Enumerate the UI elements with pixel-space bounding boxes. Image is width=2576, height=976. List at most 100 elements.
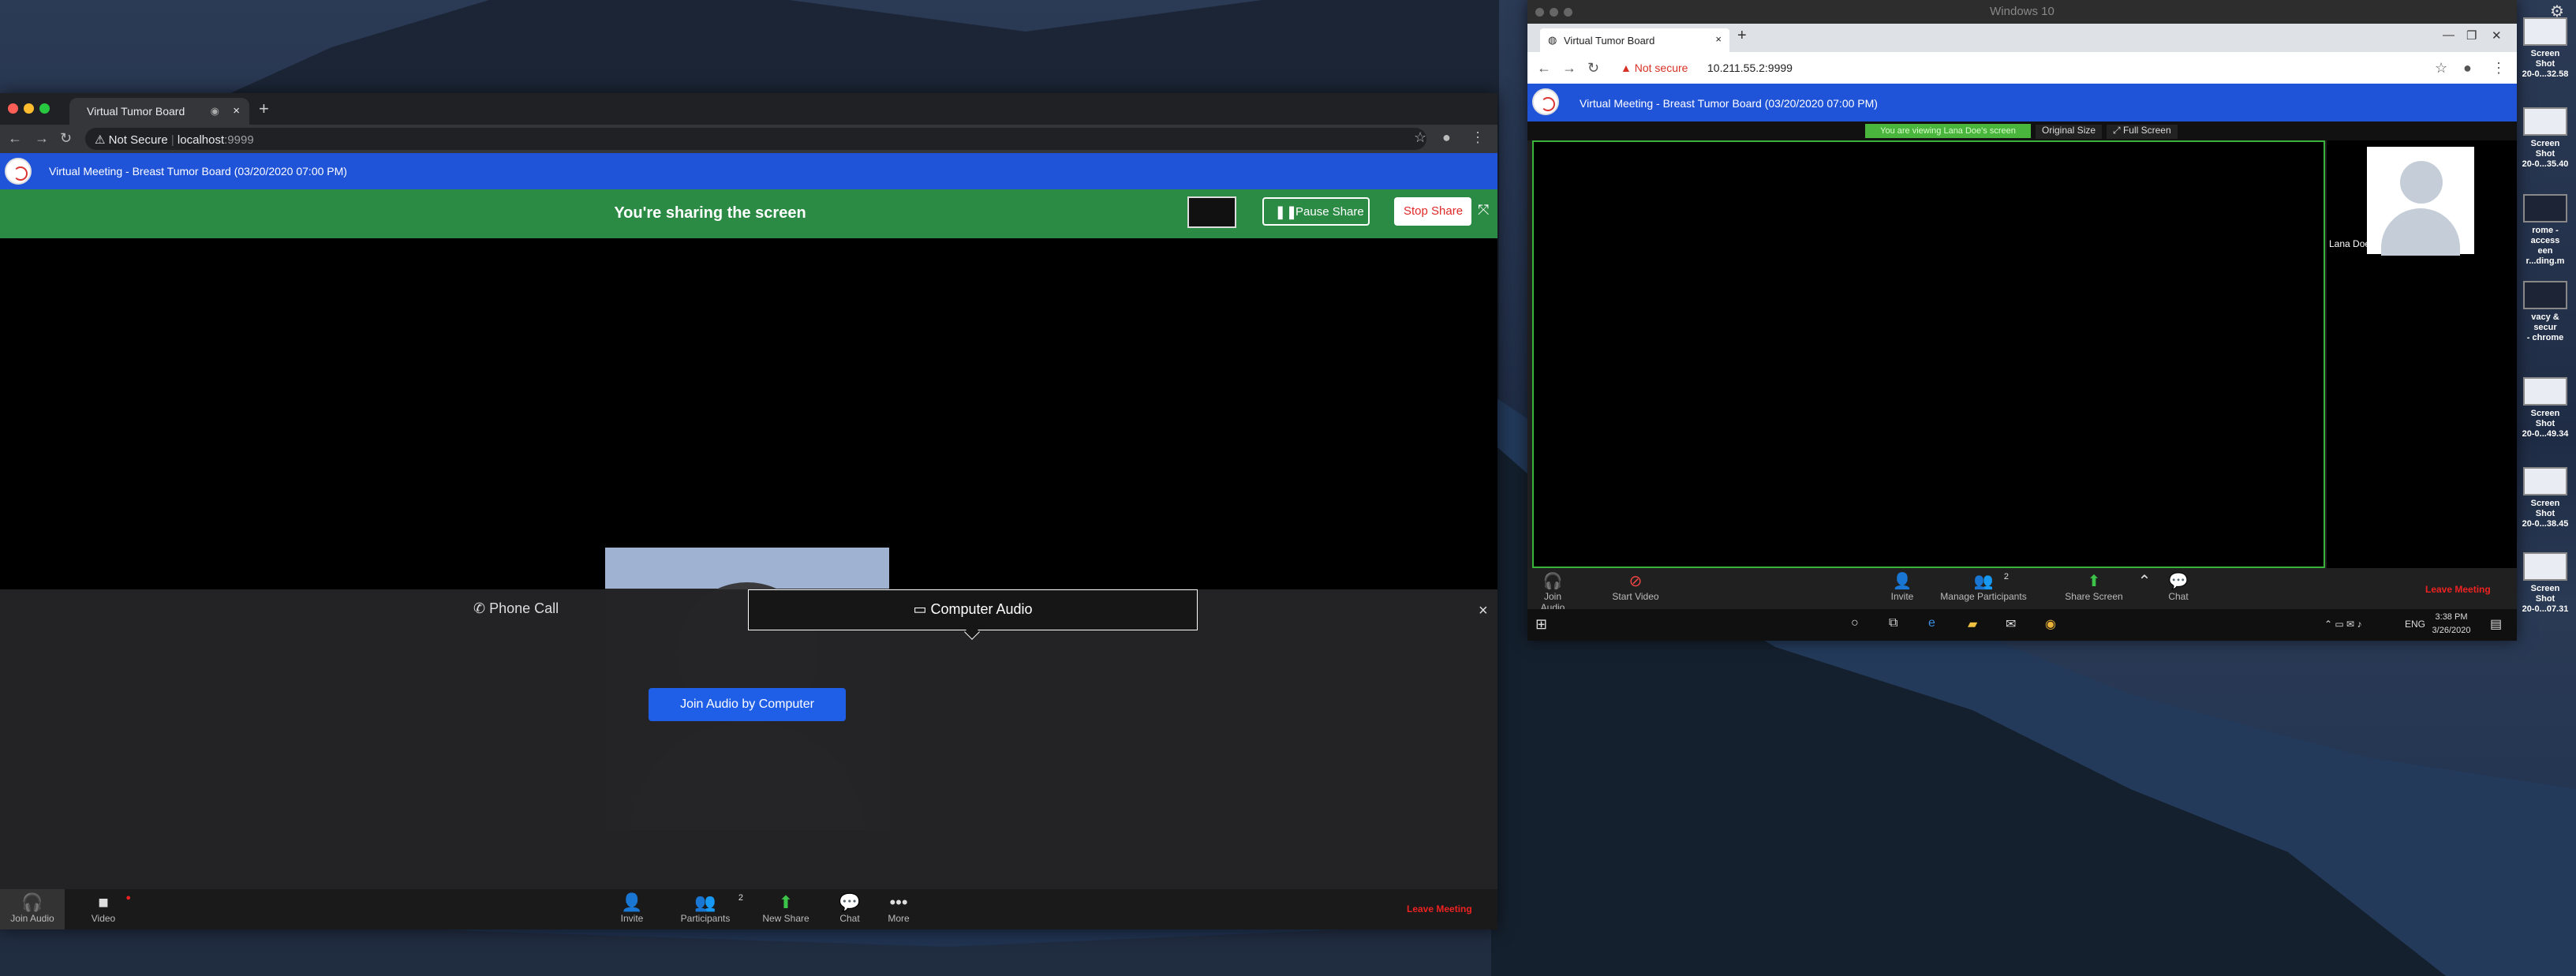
desktop-icon-screenshot-1[interactable]: Screen Shot 20-0...32.58 <box>2522 17 2569 80</box>
reload-icon[interactable]: ↻ <box>60 130 72 147</box>
start-video-button[interactable]: ⊘ Start Video <box>1610 572 1662 602</box>
close-window-button[interactable] <box>8 103 18 114</box>
star-icon[interactable]: ☆ <box>1414 129 1426 146</box>
app-logo-icon <box>5 158 32 185</box>
restore-icon[interactable]: ❐ <box>2466 28 2477 43</box>
close-icon[interactable]: × <box>1479 602 1488 620</box>
desktop-icon-screenshot-4[interactable]: Screen Shot 20-0...38.45 <box>2522 467 2569 529</box>
mail-icon[interactable]: ✉ <box>2006 616 2016 632</box>
vm-title: Windows 10 <box>1990 5 2054 18</box>
camera-icon: ■ ● <box>98 892 131 912</box>
address-bar: ← → ↻ ⚠ Not Secure | localhost:9999 ☆ ● … <box>0 125 1497 153</box>
close-icon[interactable]: ✕ <box>2492 28 2502 43</box>
windows-start-icon[interactable]: ⊞ <box>1535 616 1547 633</box>
tab-virtual-tumor-board[interactable]: Virtual Tumor Board ◉ × <box>69 98 249 125</box>
computer-audio-tab[interactable]: ▭ Computer Audio <box>748 589 1198 640</box>
desktop-icon-privacy-security[interactable]: vacy & secur - chrome <box>2522 281 2569 343</box>
task-view-icon[interactable]: ⧉ <box>1889 616 1897 630</box>
desktop-icon-chrome-access[interactable]: rome - access een r...ding.m <box>2522 194 2569 267</box>
app-logo-icon <box>1532 88 1559 115</box>
vm-close-button[interactable] <box>1535 8 1544 17</box>
minimize-icon[interactable]: — <box>2443 28 2454 42</box>
tray-icons[interactable]: ⌃ ▭ ✉ ♪ <box>2324 619 2361 630</box>
laptop-icon: ▭ <box>913 601 931 617</box>
reload-icon[interactable]: ↻ <box>1587 60 1599 77</box>
participants-button[interactable]: 👥 2 Participants <box>675 892 743 924</box>
close-tab-icon[interactable]: × <box>233 104 240 118</box>
url-input[interactable]: ⚠ Not Secure | localhost:9999 <box>85 128 1426 150</box>
back-icon[interactable]: ← <box>8 130 22 147</box>
phone-icon: ✆ <box>473 600 490 616</box>
menu-icon[interactable]: ⋮ <box>2492 60 2506 77</box>
expand-icon[interactable]: ⤧ <box>1478 202 1489 219</box>
chat-icon: 💬 <box>2168 573 2189 590</box>
chat-icon: 💬 <box>839 892 861 912</box>
join-audio-button[interactable]: 🎧 Join Audio <box>1532 572 1573 613</box>
invite-button[interactable]: 👤 Invite <box>1882 572 1922 602</box>
tab-title: Virtual Tumor Board <box>87 105 185 118</box>
more-button[interactable]: ••• More <box>879 892 918 924</box>
video-button[interactable]: ■ ● Video <box>84 892 131 924</box>
forward-icon[interactable]: → <box>35 130 49 147</box>
participants-icon: 👥 2 <box>694 892 743 912</box>
maximize-window-button[interactable] <box>39 103 50 114</box>
vm-maximize-button[interactable] <box>1564 8 1572 17</box>
invite-icon: 👤 <box>621 892 643 912</box>
view-options-bar: You are viewing Lana Doe's screen Origin… <box>1527 122 2517 140</box>
cortana-icon[interactable]: ○ <box>1851 616 1859 630</box>
vm-minimize-button[interactable] <box>1550 8 1558 17</box>
url-input[interactable]: 10.211.55.2:9999 <box>1707 62 1793 74</box>
chrome-icon[interactable]: ◉ <box>2045 616 2056 632</box>
stop-share-button[interactable]: Stop Share <box>1394 197 1471 226</box>
close-tab-icon[interactable]: × <box>1715 33 1722 45</box>
share-thumbnail[interactable] <box>1187 196 1236 228</box>
warning-icon: ▲ <box>1621 62 1635 74</box>
chat-button[interactable]: 💬 Chat <box>830 892 869 924</box>
invite-button[interactable]: 👤 Invite <box>612 892 652 924</box>
meeting-title: Virtual Meeting - Breast Tumor Board (03… <box>1580 97 1878 110</box>
viewing-screen-label: You are viewing Lana Doe's screen <box>1865 124 2031 138</box>
new-share-button[interactable]: ⬆ New Share <box>756 892 816 924</box>
manage-participants-button[interactable]: 👥 2 Manage Participants <box>1935 572 2032 602</box>
zoom-browser-window: Virtual Tumor Board ◉ × + ← → ↻ ⚠ Not Se… <box>0 93 1497 929</box>
share-screen-button[interactable]: ⬆ Share Screen <box>2062 572 2125 602</box>
join-audio-by-computer-button[interactable]: Join Audio by Computer <box>649 688 846 721</box>
windows-vm-window: Windows 10 ◍ Virtual Tumor Board × + — ❐… <box>1527 0 2517 641</box>
profile-icon[interactable]: ● <box>1442 129 1451 146</box>
menu-icon[interactable]: ⋮ <box>1471 129 1485 146</box>
share-banner: You're sharing the screen ❚❚ Pause Share… <box>0 189 1497 238</box>
participant-avatar <box>2367 147 2474 256</box>
warning-icon: ⚠ <box>95 133 109 147</box>
join-audio-button[interactable]: 🎧 Join Audio <box>0 889 65 929</box>
vm-tab-virtual-tumor-board[interactable]: ◍ Virtual Tumor Board × <box>1540 28 1729 52</box>
language-indicator[interactable]: ENG <box>2405 619 2425 630</box>
back-icon[interactable]: ← <box>1537 60 1551 77</box>
notifications-icon[interactable]: ▤ <box>2490 616 2502 632</box>
phone-call-tab[interactable]: ✆ Phone Call <box>473 600 559 617</box>
video-area <box>0 238 1497 589</box>
leave-meeting-button[interactable]: Leave Meeting <box>2425 584 2491 595</box>
full-screen-button[interactable]: ⤢ Full Screen <box>2107 125 2178 139</box>
share-options-button[interactable]: ⌃ <box>2137 572 2152 591</box>
forward-icon[interactable]: → <box>1562 60 1576 77</box>
file-explorer-icon[interactable]: ▰ <box>1968 616 1977 632</box>
invite-icon: 👤 <box>1892 573 1912 590</box>
participant-name: Lana Doe <box>2329 238 2371 249</box>
leave-meeting-button[interactable]: Leave Meeting <box>1407 903 1472 914</box>
meeting-toolbar: 🎧 Join Audio ■ ● Video 👤 Invite 👥 2 Partic… <box>0 889 1497 929</box>
meeting-header: Virtual Meeting - Breast Tumor Board (03… <box>0 153 1497 189</box>
minimize-window-button[interactable] <box>24 103 34 114</box>
star-icon[interactable]: ☆ <box>2435 60 2447 77</box>
profile-icon[interactable]: ● <box>2463 60 2472 77</box>
original-size-button[interactable]: Original Size <box>2036 125 2103 139</box>
chat-button[interactable]: 💬 Chat <box>2159 572 2198 602</box>
pause-share-button[interactable]: ❚❚ Pause Share <box>1262 197 1370 226</box>
desktop-icon-screenshot-3[interactable]: Screen Shot 20-0...49.34 <box>2522 377 2569 439</box>
edge-icon[interactable]: e <box>1928 616 1935 630</box>
globe-icon: ◍ <box>1548 34 1557 46</box>
desktop-icon-screenshot-5[interactable]: Screen Shot 20-0...07.31 <box>2522 552 2569 615</box>
new-tab-button[interactable]: + <box>1737 27 1747 45</box>
desktop-icon-screenshot-2[interactable]: Screen Shot 20-0...35.40 <box>2522 107 2569 170</box>
clock[interactable]: 3:38 PM 3/26/2020 <box>2432 611 2471 638</box>
new-tab-button[interactable]: + <box>259 99 269 119</box>
